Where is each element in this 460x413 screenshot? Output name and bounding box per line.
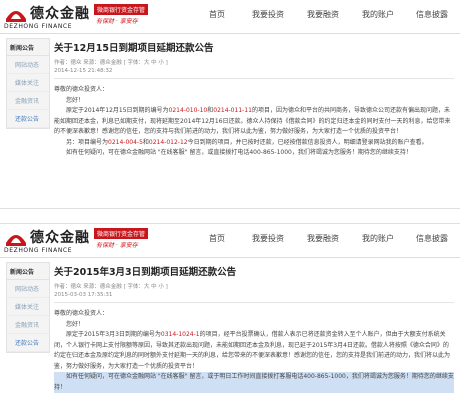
paragraph-2: 如有任何疑问，可在德众金融网站 "在线客服" 留言，或于明日工作时间直接拨打客服… [54,372,454,393]
greeting-hello: 您好！ [66,320,85,328]
paragraph-3: 如有任何疑问，可在德众金融网站 "在线客服" 留言，或直接拨打电话400-865… [66,149,412,156]
nav-disclosure[interactable]: 信息披露 [416,233,448,244]
greeting: 尊敬的德众投资人： [54,86,109,93]
brand-logo[interactable]: 德众金融 DEZHONG FINANCE [4,3,90,31]
article-meta: 作者：德众 来源：德众金融 [ 字体：大 中 小 ] [54,284,168,290]
nav-borrow[interactable]: 我要融资 [307,9,339,20]
greeting-hello: 您好！ [66,96,85,104]
sidebar-item-repayment-notice[interactable]: 还款公告 [7,334,49,352]
site-header: 德众金融 DEZHONG FINANCE 微商银行资金存管 有保财 · 享安存 … [0,0,460,34]
sidebar-heading: 新闻公告 [7,263,49,280]
text: 原定于2015年3月3日到期的编号为 [66,331,161,338]
sidebar-item-media[interactable]: 媒体关注 [7,298,49,316]
brand-name-en: DEZHONG FINANCE [4,247,73,254]
screenshot-separator [0,208,460,224]
title-divider [54,78,454,79]
custody-badge: 微商银行资金存管 [94,228,149,239]
project-code: 0214-011-11 [213,107,252,114]
project-code: 0214-004-5 [108,138,143,146]
brand-name-cn: 德众金融 [30,230,90,246]
nav-invest[interactable]: 我要投资 [252,233,284,244]
brand-slogan: 有保财 · 享安存 [96,18,138,25]
text: 另：项目编号为 [66,138,109,146]
article: 关于12月15日到期项目延期还款公告 作者：德众 来源：德众金融 [ 字体：大 … [54,40,454,159]
project-code: 0214-012-12 [148,138,188,146]
article: 关于2015年3月3日到期项目延期还款公告 作者：德众 来源：德众金融 [ 字体… [54,264,454,393]
nav-disclosure[interactable]: 信息披露 [416,9,448,20]
article-body: 尊敬的德众投资人： 您好！ 原定于2014年12月15日到期的编号为0214-0… [54,85,454,159]
brand-name-cn: 德众金融 [30,6,90,22]
sidebar-item-site-news[interactable]: 网站动态 [7,280,49,298]
sidebar: 新闻公告 网站动态 媒体关注 金融资讯 还款公告 [6,38,50,129]
notice-screenshot-2: 德众金融 DEZHONG FINANCE 微商银行资金存管 有保财 · 享安存 … [0,224,460,413]
brand-logo[interactable]: 德众金融 DEZHONG FINANCE [4,227,90,255]
logo-mark-icon [6,11,26,22]
sidebar-item-finance-news[interactable]: 金融资讯 [7,316,49,334]
sidebar-heading: 新闻公告 [7,39,49,56]
nav-account[interactable]: 我的账户 [362,233,394,244]
sidebar-item-finance-news[interactable]: 金融资讯 [7,92,49,110]
notice-screenshot-1: 德众金融 DEZHONG FINANCE 微商银行资金存管 有保财 · 享安存 … [0,0,460,208]
text: 今日到期的项目，并已按时还款，已经按借款信息投资人，明细请登录网站我的账户查看。 [187,138,428,146]
article-date: 2014-12-15 21:48:32 [54,68,113,74]
sidebar: 新闻公告 网站动态 媒体关注 金融资讯 还款公告 [6,262,50,353]
paragraph-2: 另：项目编号为0214-004-5和0214-012-12今日到期的项目，并已按… [54,138,454,149]
article-title: 关于12月15日到期项目延期还款公告 [54,43,214,54]
text: 原定于2014年12月15日到期的编号为 [66,107,169,114]
sidebar-item-media[interactable]: 媒体关注 [7,74,49,92]
article-meta: 作者：德众 来源：德众金融 [ 字体：大 中 小 ] [54,60,168,66]
brand-slogan: 有保财 · 享安存 [96,242,138,249]
nav-borrow[interactable]: 我要融资 [307,233,339,244]
project-code: 0314-1024-1 [160,331,200,338]
article-title: 关于2015年3月3日到期项目延期还款公告 [54,267,237,278]
article-body: 尊敬的德众投资人： 您好！ 原定于2015年3月3日到期的编号为0314-102… [54,309,454,393]
sidebar-item-repayment-notice[interactable]: 还款公告 [7,110,49,128]
site-header: 德众金融 DEZHONG FINANCE 微商银行资金存管 有保财 · 享安存 … [0,224,460,258]
paragraph-1: 原定于2014年12月15日到期的编号为0214-010-10和0214-011… [54,106,454,138]
sidebar-item-site-news[interactable]: 网站动态 [7,56,49,74]
nav-home[interactable]: 首页 [209,9,225,20]
nav-invest[interactable]: 我要投资 [252,9,284,20]
paragraph-1: 原定于2015年3月3日到期的编号为0314-1024-1的项目，经平台投票确认… [54,330,454,372]
logo-mark-icon [6,235,26,246]
project-code: 0214-010-10 [168,107,208,114]
title-divider [54,302,454,303]
greeting: 尊敬的德众投资人： [54,310,109,317]
nav-account[interactable]: 我的账户 [362,9,394,20]
article-date: 2015-03-03 17:35:31 [54,292,113,298]
brand-name-en: DEZHONG FINANCE [4,23,73,30]
custody-badge: 微商银行资金存管 [94,4,149,15]
nav-home[interactable]: 首页 [209,233,225,244]
